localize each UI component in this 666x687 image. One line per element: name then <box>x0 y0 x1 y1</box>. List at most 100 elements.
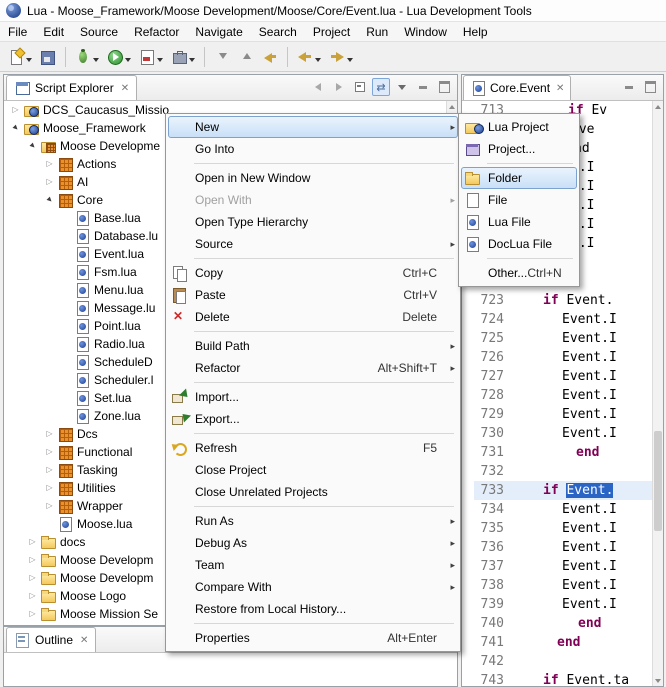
tree-expander-icon[interactable] <box>25 605 40 623</box>
menu-refactor[interactable]: Refactor <box>126 22 187 41</box>
code-line-730[interactable]: 730Event.I <box>474 424 652 443</box>
menu-item-go-into[interactable]: Go Into <box>168 138 458 160</box>
code-line-737[interactable]: 737Event.I <box>474 557 652 576</box>
menu-item-source[interactable]: Source▸ <box>168 233 458 255</box>
new-wizard-button[interactable] <box>4 45 36 69</box>
scroll-up-icon[interactable] <box>447 101 457 112</box>
tree-expander-icon[interactable] <box>42 173 57 191</box>
menu-file[interactable]: File <box>0 22 35 41</box>
code-line-727[interactable]: 727Event.I <box>474 367 652 386</box>
menu-item-doclua-file[interactable]: DocLua File <box>461 233 577 255</box>
back-button[interactable] <box>293 45 325 69</box>
menu-item-new[interactable]: New▸ <box>168 116 458 138</box>
menu-run[interactable]: Run <box>358 22 396 41</box>
menu-search[interactable]: Search <box>251 22 305 41</box>
menu-item-restore-from-local-history[interactable]: Restore from Local History... <box>168 598 458 620</box>
scroll-up-icon[interactable] <box>653 101 663 112</box>
dropdown-arrow-icon[interactable] <box>125 58 131 65</box>
tab-script-explorer[interactable]: Script Explorer ✕ <box>6 75 137 100</box>
tree-expander-icon[interactable] <box>25 587 40 605</box>
save-button[interactable] <box>36 45 60 69</box>
debug-button[interactable] <box>71 45 103 69</box>
dropdown-arrow-icon[interactable] <box>347 58 353 65</box>
editor-scrollbar[interactable] <box>652 101 663 686</box>
scrollbar-thumb[interactable] <box>654 431 662 531</box>
menu-item-import[interactable]: Import... <box>168 386 458 408</box>
menu-project[interactable]: Project <box>305 22 358 41</box>
dropdown-arrow-icon[interactable] <box>189 58 195 65</box>
code-line-724[interactable]: 724Event.I <box>474 310 652 329</box>
tree-expander-icon[interactable] <box>25 551 40 569</box>
code-line-741[interactable]: 741end <box>474 633 652 652</box>
minimize-icon[interactable] <box>620 78 638 96</box>
close-icon[interactable]: ✕ <box>556 83 564 94</box>
code-line-723[interactable]: 723if Event. <box>474 291 652 310</box>
tree-expander-icon[interactable] <box>42 479 57 497</box>
external-tools-button[interactable] <box>167 45 199 69</box>
tree-expander-icon[interactable] <box>42 425 57 443</box>
menu-help[interactable]: Help <box>455 22 496 41</box>
code-line-736[interactable]: 736Event.I <box>474 538 652 557</box>
back-arrow-icon[interactable] <box>309 78 327 96</box>
next-annotation-button[interactable] <box>210 45 234 69</box>
menu-item-open-with[interactable]: Open With▸ <box>168 189 458 211</box>
minimize-icon[interactable] <box>414 78 432 96</box>
menu-item-refactor[interactable]: RefactorAlt+Shift+T▸ <box>168 357 458 379</box>
dropdown-arrow-icon[interactable] <box>93 58 99 65</box>
dropdown-arrow-icon[interactable] <box>26 58 32 65</box>
scroll-down-icon[interactable] <box>653 675 663 686</box>
code-line-728[interactable]: 728Event.I <box>474 386 652 405</box>
menu-item-project[interactable]: Project... <box>461 138 577 160</box>
dropdown-arrow-icon[interactable] <box>315 58 321 65</box>
maximize-icon[interactable] <box>435 78 453 96</box>
menu-item-properties[interactable]: PropertiesAlt+Enter <box>168 627 458 649</box>
menu-item-open-in-new-window[interactable]: Open in New Window <box>168 167 458 189</box>
tree-expander-icon[interactable] <box>25 533 40 551</box>
menu-item-run-as[interactable]: Run As▸ <box>168 510 458 532</box>
code-line-743[interactable]: 743if Event.ta <box>474 671 652 686</box>
menu-item-build-path[interactable]: Build Path▸ <box>168 335 458 357</box>
tree-expander-icon[interactable] <box>42 155 57 173</box>
tree-expander-icon[interactable] <box>8 119 23 137</box>
menu-item-file[interactable]: File <box>461 189 577 211</box>
maximize-icon[interactable] <box>641 78 659 96</box>
code-line-731[interactable]: 731end <box>474 443 652 462</box>
menu-item-refresh[interactable]: RefreshF5 <box>168 437 458 459</box>
menu-item-export[interactable]: Export... <box>168 408 458 430</box>
tree-expander-icon[interactable] <box>25 137 40 155</box>
close-icon[interactable]: ✕ <box>80 635 88 646</box>
view-menu-icon[interactable] <box>393 78 411 96</box>
code-line-738[interactable]: 738Event.I <box>474 576 652 595</box>
link-with-editor-icon[interactable] <box>372 78 390 96</box>
menu-window[interactable]: Window <box>396 22 455 41</box>
code-line-740[interactable]: 740end <box>474 614 652 633</box>
previous-annotation-button[interactable] <box>234 45 258 69</box>
menu-item-close-project[interactable]: Close Project <box>168 459 458 481</box>
menu-item-team[interactable]: Team▸ <box>168 554 458 576</box>
code-line-733[interactable]: 733if Event. <box>474 481 652 500</box>
tree-expander-icon[interactable] <box>42 191 57 209</box>
code-line-725[interactable]: 725Event.I <box>474 329 652 348</box>
menu-item-debug-as[interactable]: Debug As▸ <box>168 532 458 554</box>
close-icon[interactable]: ✕ <box>121 83 129 94</box>
collapse-all-icon[interactable] <box>351 78 369 96</box>
tab-core-event[interactable]: Core.Event ✕ <box>463 75 571 100</box>
menu-item-lua-project[interactable]: Lua Project <box>461 116 577 138</box>
menu-item-close-unrelated-projects[interactable]: Close Unrelated Projects <box>168 481 458 503</box>
tree-expander-icon[interactable] <box>42 461 57 479</box>
code-line-729[interactable]: 729Event.I <box>474 405 652 424</box>
tree-expander-icon[interactable] <box>8 101 23 119</box>
menu-item-folder[interactable]: Folder <box>461 167 577 189</box>
tree-expander-icon[interactable] <box>42 497 57 515</box>
last-edit-location-button[interactable] <box>258 45 282 69</box>
code-line-726[interactable]: 726Event.I <box>474 348 652 367</box>
tree-expander-icon[interactable] <box>42 443 57 461</box>
coverage-button[interactable] <box>135 45 167 69</box>
code-line-732[interactable]: 732 <box>474 462 652 481</box>
forward-button[interactable] <box>325 45 357 69</box>
code-line-739[interactable]: 739Event.I <box>474 595 652 614</box>
menu-item-compare-with[interactable]: Compare With▸ <box>168 576 458 598</box>
tab-outline[interactable]: Outline ✕ <box>6 627 96 652</box>
menu-item-open-type-hierarchy[interactable]: Open Type Hierarchy <box>168 211 458 233</box>
code-line-742[interactable]: 742 <box>474 652 652 671</box>
